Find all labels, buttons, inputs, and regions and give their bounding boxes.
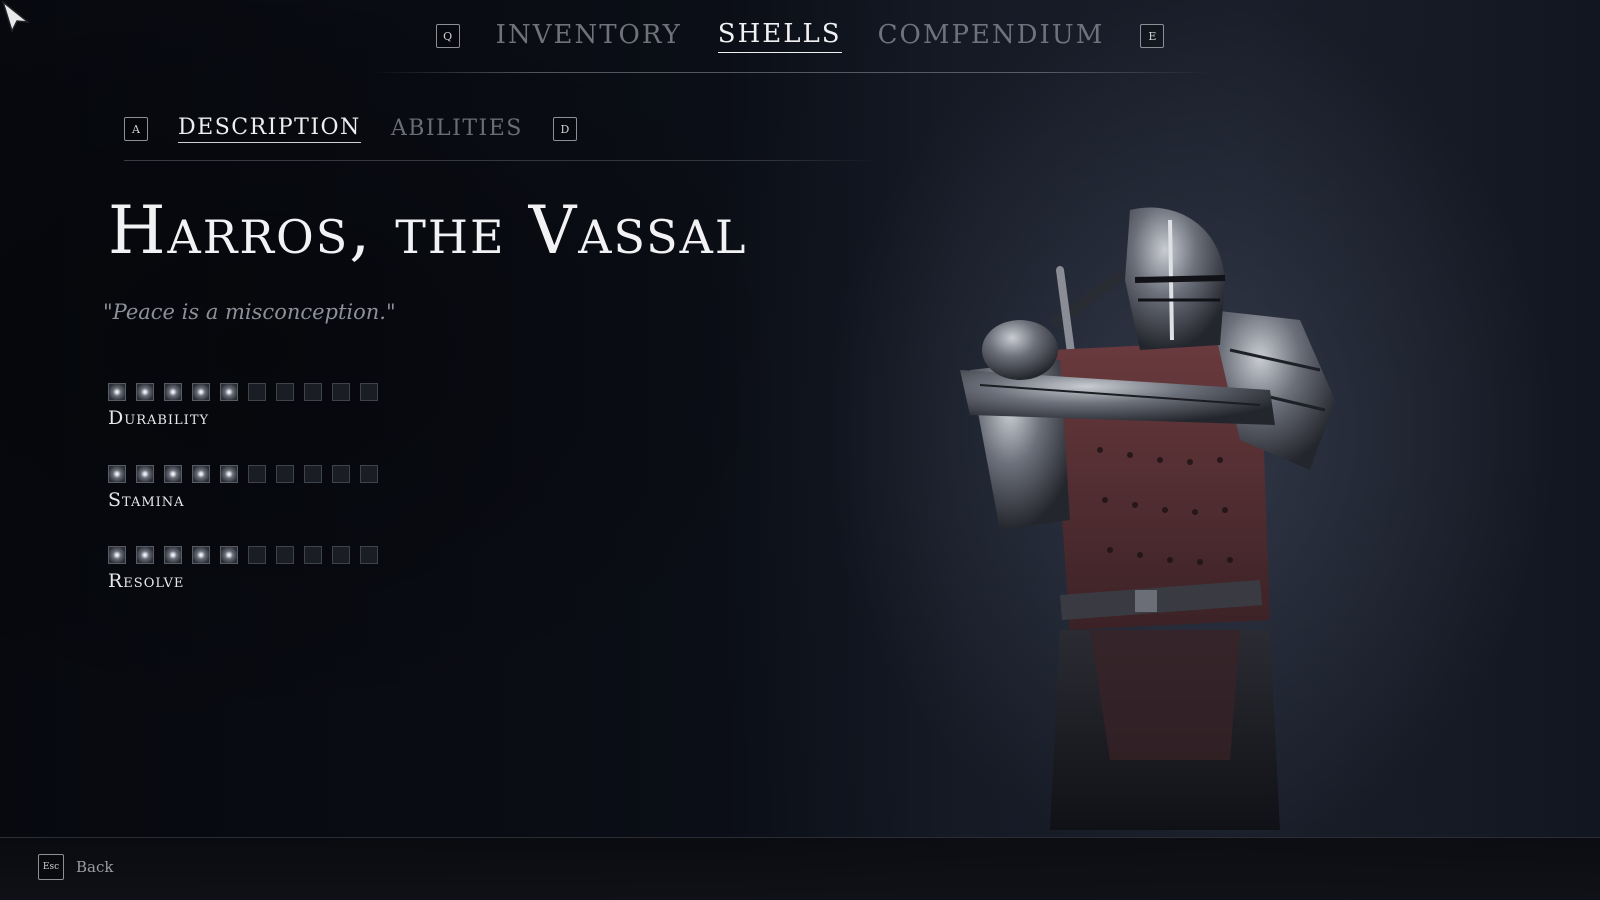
stat-stamina: Stamina (108, 465, 378, 511)
stat-pip-filled (136, 546, 154, 564)
stat-pips (108, 546, 378, 564)
stat-pip-filled (192, 383, 210, 401)
stat-pip-empty (332, 546, 350, 564)
top-nav-divider (370, 72, 1210, 73)
stat-pip-empty (276, 383, 294, 401)
stat-label: Durability (108, 407, 210, 429)
tab-compendium[interactable]: COMPENDIUM (878, 20, 1105, 53)
stat-pip-filled (220, 383, 238, 401)
stat-pip-filled (136, 383, 154, 401)
shell-quote: "Peace is a misconception." (103, 300, 396, 324)
armored-knight-figure (960, 207, 1335, 830)
stat-label: Resolve (108, 570, 185, 592)
stat-pips (108, 465, 378, 483)
sub-nav-divider (124, 160, 879, 161)
stat-pip-filled (192, 546, 210, 564)
sub-nav: A DESCRIPTION ABILITIES D (124, 114, 577, 144)
prev-tab-key[interactable]: Q (435, 24, 460, 48)
stat-pip-empty (304, 383, 322, 401)
stat-pip-filled (220, 465, 238, 483)
stat-pip-empty (276, 465, 294, 483)
stat-pip-empty (360, 465, 378, 483)
back-button[interactable]: Esc Back (38, 854, 113, 880)
esc-key[interactable]: Esc (38, 854, 64, 880)
tab-abilities[interactable]: ABILITIES (391, 116, 523, 143)
tab-inventory[interactable]: INVENTORY (496, 20, 682, 53)
next-tab-key[interactable]: E (1140, 24, 1165, 48)
stat-pip-filled (192, 465, 210, 483)
stat-pip-empty (304, 546, 322, 564)
stat-pip-empty (360, 383, 378, 401)
stat-pip-empty (332, 383, 350, 401)
stat-pip-empty (332, 465, 350, 483)
stat-pip-filled (108, 383, 126, 401)
top-nav: Q INVENTORY SHELLS COMPENDIUM E (0, 18, 1600, 54)
back-label[interactable]: Back (76, 858, 113, 876)
stat-pips (108, 383, 378, 401)
stat-pip-filled (108, 546, 126, 564)
stat-pip-filled (164, 465, 182, 483)
stat-label: Stamina (108, 489, 185, 511)
stat-pip-filled (164, 546, 182, 564)
tab-shells[interactable]: SHELLS (717, 19, 842, 53)
footer-bar: Esc Back (0, 837, 1600, 900)
shell-name: Harros, the Vassal (108, 192, 748, 269)
stat-pip-empty (248, 383, 266, 401)
stat-pip-empty (360, 546, 378, 564)
tab-description[interactable]: DESCRIPTION (178, 115, 361, 143)
stat-pip-empty (248, 546, 266, 564)
stat-pip-empty (276, 546, 294, 564)
stat-resolve: Resolve (108, 546, 378, 592)
stat-pip-filled (136, 465, 154, 483)
stat-pip-empty (304, 465, 322, 483)
stat-pip-filled (164, 383, 182, 401)
prev-subtab-key[interactable]: A (124, 117, 148, 141)
stat-pip-empty (248, 465, 266, 483)
stat-durability: Durability (108, 383, 378, 429)
stat-pip-filled (220, 546, 238, 564)
stat-pip-filled (108, 465, 126, 483)
next-subtab-key[interactable]: D (552, 117, 577, 141)
